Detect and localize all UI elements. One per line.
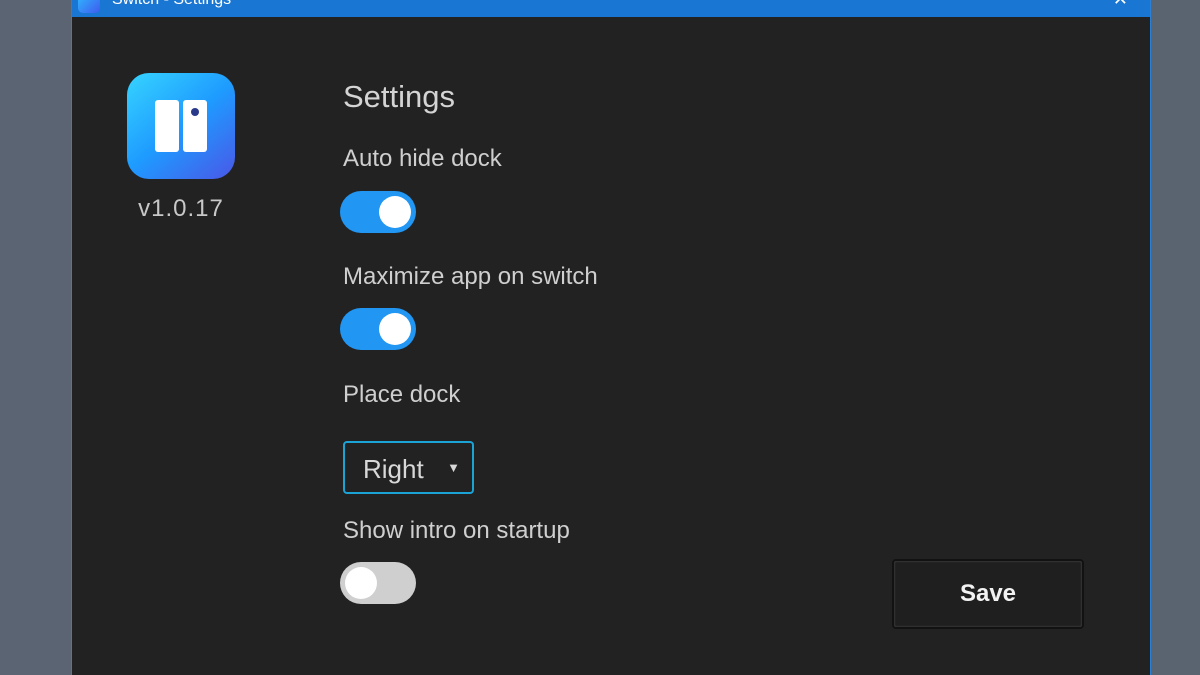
save-button[interactable]: Save: [892, 559, 1084, 629]
auto-hide-dock-toggle[interactable]: [340, 191, 416, 233]
place-dock-label: Place dock: [343, 381, 461, 408]
app-logo: [127, 73, 235, 179]
page-title: Settings: [343, 79, 456, 114]
show-intro-on-startup-label: Show intro on startup: [343, 517, 570, 544]
toggle-knob: [379, 196, 411, 228]
close-icon[interactable]: ✕: [1113, 0, 1128, 8]
show-intro-on-startup-toggle[interactable]: [340, 562, 416, 604]
desktop-background: Switch - Settings ✕ v1.0.17 Settings Aut…: [0, 0, 1200, 675]
maximize-app-on-switch-label: Maximize app on switch: [343, 263, 598, 290]
maximize-app-on-switch-toggle[interactable]: [340, 308, 416, 350]
dropdown-arrow-icon: ▼: [447, 460, 460, 475]
window-title: Switch - Settings: [112, 0, 231, 9]
place-dock-selected-value: Right: [363, 454, 424, 484]
app-title-icon: [78, 0, 100, 13]
switch-app-icon: [155, 100, 207, 152]
app-version: v1.0.17: [138, 195, 224, 222]
toggle-knob: [345, 567, 377, 599]
settings-window: Switch - Settings ✕ v1.0.17 Settings Aut…: [71, 0, 1151, 675]
place-dock-select[interactable]: Right ▼: [343, 441, 474, 494]
title-bar[interactable]: Switch - Settings ✕: [72, 0, 1150, 17]
toggle-knob: [379, 313, 411, 345]
auto-hide-dock-label: Auto hide dock: [343, 145, 502, 172]
